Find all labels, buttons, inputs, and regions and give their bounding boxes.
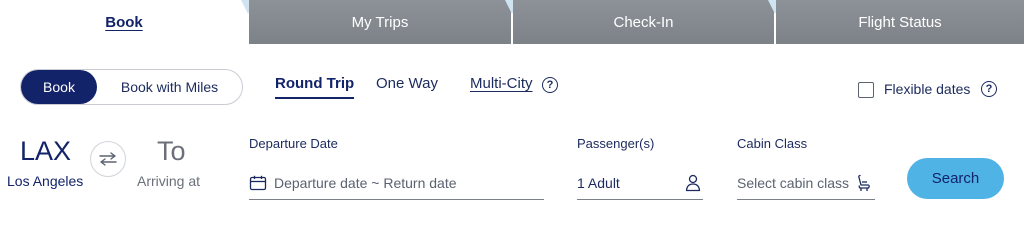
flexible-dates-label: Flexible dates <box>884 81 971 97</box>
top-tab-bar: Book My Trips Check-In Flight Status <box>0 0 1024 44</box>
tab-book-label: Book <box>105 13 143 31</box>
destination-airport-code[interactable]: To <box>157 136 186 167</box>
tab-check-in-label: Check-In <box>613 13 674 31</box>
passengers-label: Passenger(s) <box>577 136 655 151</box>
tab-my-trips-label: My Trips <box>351 13 409 31</box>
tab-check-in[interactable]: Check-In <box>513 0 774 44</box>
help-icon[interactable]: ? <box>542 77 558 93</box>
tab-my-trips[interactable]: My Trips <box>249 0 511 44</box>
tab-flight-status[interactable]: Flight Status <box>776 0 1024 44</box>
booking-mode-toggle: Book Book with Miles <box>20 69 243 105</box>
person-icon <box>685 174 701 191</box>
departure-date-placeholder: Departure date ~ Return date <box>274 174 457 191</box>
origin-city[interactable]: Los Angeles <box>7 173 83 189</box>
swap-airports-button[interactable] <box>90 141 126 177</box>
seat-icon <box>858 174 870 191</box>
cabin-class-placeholder: Select cabin class <box>737 174 850 191</box>
cabin-class-label: Cabin Class <box>737 136 808 151</box>
calendar-icon <box>249 175 267 190</box>
search-button[interactable]: Search <box>907 158 1004 199</box>
passengers-value: 1 Adult <box>577 174 620 191</box>
flexible-dates-checkbox[interactable] <box>858 82 874 98</box>
tab-flight-status-label: Flight Status <box>858 13 942 31</box>
cabin-class-field[interactable]: Select cabin class <box>737 166 875 200</box>
tab-book[interactable]: Book <box>0 0 248 44</box>
round-trip-option[interactable]: Round Trip <box>275 75 355 99</box>
origin-airport-code[interactable]: LAX <box>20 136 71 167</box>
departure-date-label: Departure Date <box>249 136 338 151</box>
departure-date-field[interactable]: Departure date ~ Return date <box>249 166 544 200</box>
one-way-option[interactable]: One Way <box>376 75 438 92</box>
passengers-field[interactable]: 1 Adult <box>577 166 703 200</box>
multi-city-option[interactable]: Multi-City <box>470 75 533 92</box>
destination-city[interactable]: Arriving at <box>137 173 200 189</box>
help-icon[interactable]: ? <box>981 81 997 97</box>
book-with-miles-option[interactable]: Book with Miles <box>97 70 242 104</box>
book-option[interactable]: Book <box>21 70 97 104</box>
swap-arrows-icon <box>99 152 117 166</box>
